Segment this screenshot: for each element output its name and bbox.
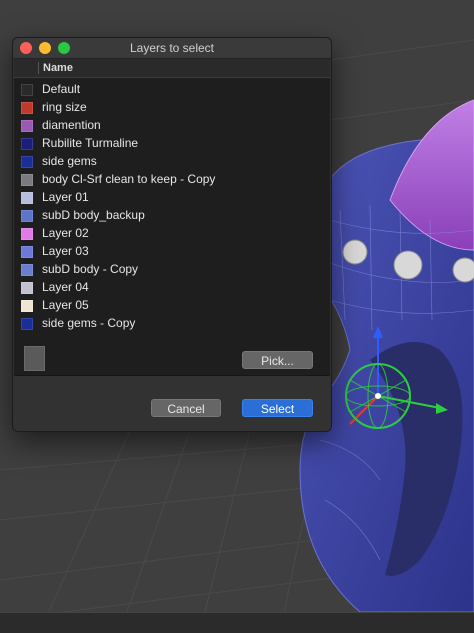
layer-name: Layer 04 xyxy=(42,280,89,294)
layer-row[interactable]: subD body - Copy xyxy=(14,260,330,278)
layer-row[interactable]: Rubilite Turmaline xyxy=(14,134,330,152)
layer-row[interactable]: body Cl-Srf clean to keep - Copy xyxy=(14,170,330,188)
layer-color-swatch xyxy=(21,174,33,186)
column-divider xyxy=(38,62,39,74)
layer-row[interactable]: side gems - Copy xyxy=(14,314,330,332)
dialog-titlebar: Layers to select xyxy=(13,38,331,59)
layer-color-swatch xyxy=(21,156,33,168)
layer-name: side gems - Copy xyxy=(42,316,136,330)
layer-color-swatch xyxy=(21,318,33,330)
layer-row[interactable]: side gems xyxy=(14,152,330,170)
layer-color-swatch xyxy=(21,84,33,96)
layer-name: side gems xyxy=(42,154,97,168)
picked-layer-color-swatch xyxy=(24,346,45,371)
layer-row[interactable]: Layer 05 xyxy=(14,296,330,314)
layer-color-swatch xyxy=(21,138,33,150)
cancel-button[interactable]: Cancel xyxy=(151,399,221,417)
layer-name: Layer 01 xyxy=(42,190,89,204)
layer-color-swatch xyxy=(21,246,33,258)
layers-list[interactable]: Name Default ring size diamention Rubilite … xyxy=(14,59,330,376)
layer-name: Default xyxy=(42,82,81,96)
layer-name: Layer 03 xyxy=(42,244,89,258)
layer-row[interactable]: Layer 04 xyxy=(14,278,330,296)
layer-row[interactable]: subD body_backup xyxy=(14,206,330,224)
layer-row[interactable]: diamention xyxy=(14,116,330,134)
layer-name: subD body_backup xyxy=(42,208,145,222)
pick-button[interactable]: Pick... xyxy=(242,351,313,369)
name-column-header[interactable]: Name xyxy=(43,59,73,77)
status-bar xyxy=(0,612,474,633)
layer-color-swatch xyxy=(21,210,33,222)
layer-color-swatch xyxy=(21,102,33,114)
layer-color-swatch xyxy=(21,264,33,276)
list-header: Name xyxy=(14,59,330,78)
dialog-title: Layers to select xyxy=(129,41,215,55)
layer-name: ring size xyxy=(42,100,87,114)
layer-name: Layer 05 xyxy=(42,298,89,312)
layer-row[interactable]: Layer 03 xyxy=(14,242,330,260)
layer-name: body Cl-Srf clean to keep - Copy xyxy=(42,172,216,186)
layer-color-swatch xyxy=(21,282,33,294)
layers-to-select-dialog: Layers to select Name Default ring size di… xyxy=(12,37,332,432)
layer-color-swatch xyxy=(21,300,33,312)
layer-row[interactable]: Default xyxy=(14,80,330,98)
layer-color-swatch xyxy=(21,120,33,132)
layer-color-swatch xyxy=(21,192,33,204)
layer-color-swatch xyxy=(21,228,33,240)
layer-name: subD body - Copy xyxy=(42,262,139,276)
layer-name: Rubilite Turmaline xyxy=(42,136,139,150)
layer-row[interactable]: ring size xyxy=(14,98,330,116)
layer-name: Layer 02 xyxy=(42,226,89,240)
layer-name: diamention xyxy=(42,118,101,132)
layer-row[interactable]: Layer 01 xyxy=(14,188,330,206)
select-button[interactable]: Select xyxy=(242,399,313,417)
layer-row[interactable]: Layer 02 xyxy=(14,224,330,242)
